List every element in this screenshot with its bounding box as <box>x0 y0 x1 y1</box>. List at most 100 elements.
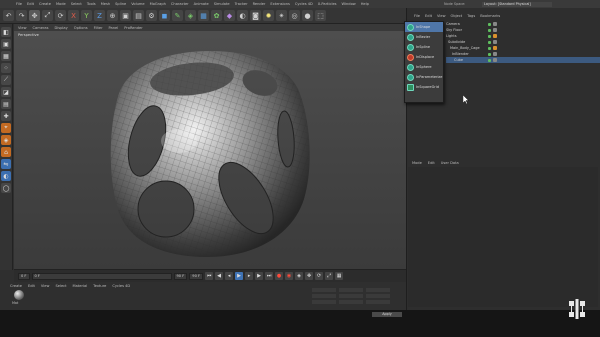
visible-check-icon[interactable] <box>488 52 491 56</box>
menu-animate[interactable]: Animate <box>194 2 209 6</box>
xparticles-icon[interactable]: ✴ <box>276 10 287 21</box>
menu-help[interactable]: Help <box>361 2 369 6</box>
dropdown-item-inparameterize[interactable]: InParameterize <box>405 72 443 82</box>
y-axis-icon[interactable]: Y <box>81 10 92 21</box>
material-icon[interactable]: ● <box>302 10 313 21</box>
environment-icon[interactable]: ◐ <box>237 10 248 21</box>
menu-render[interactable]: Render <box>253 2 266 6</box>
menu-create[interactable]: Create <box>39 2 51 6</box>
dropdown-item-indisplace[interactable]: InDisplace <box>405 52 443 62</box>
locked-workplane-icon[interactable]: ⌂ <box>1 147 11 157</box>
axis-mode-icon[interactable]: ✚ <box>1 111 11 121</box>
next-key-icon[interactable]: ▶ <box>255 272 264 280</box>
object-row[interactable]: Cube <box>446 57 600 63</box>
menu-cycles4d[interactable]: Cycles 4D <box>295 2 313 6</box>
rotation-h-field[interactable] <box>366 288 390 292</box>
tag-icon[interactable] <box>493 46 497 50</box>
edges-mode-icon[interactable]: ⟋ <box>1 75 11 85</box>
perspective-viewport[interactable]: Perspective <box>14 31 406 269</box>
z-axis-icon[interactable]: Z <box>94 10 105 21</box>
make-editable-icon[interactable]: ◧ <box>1 27 11 37</box>
menu-file[interactable]: File <box>16 2 22 6</box>
om-menu-object[interactable]: Object <box>451 14 463 18</box>
play-icon[interactable]: ▶ <box>235 272 244 280</box>
rotation-b-field[interactable] <box>366 300 390 304</box>
size-y-field[interactable] <box>339 294 363 298</box>
keyframe-selection-icon[interactable]: ◈ <box>295 272 304 280</box>
tag-icon[interactable] <box>493 22 497 26</box>
position-z-field[interactable] <box>312 300 336 304</box>
menu-simulate[interactable]: Simulate <box>214 2 230 6</box>
move-icon[interactable]: ✥ <box>29 10 40 21</box>
menu-edit[interactable]: Edit <box>27 2 34 6</box>
render-view-icon[interactable]: ▣ <box>120 10 131 21</box>
visible-check-icon[interactable] <box>488 28 491 32</box>
start-frame-field[interactable]: 0 F <box>31 272 172 280</box>
redo-icon[interactable]: ↷ <box>16 10 27 21</box>
viewport-menu-display[interactable]: Display <box>55 26 68 30</box>
previous-key-icon[interactable]: ◀ <box>215 272 224 280</box>
material-menu-material[interactable]: Material <box>73 284 88 288</box>
material-menu-view[interactable]: View <box>41 284 50 288</box>
menu-mograph[interactable]: MoGraph <box>150 2 166 6</box>
tag-icon[interactable] <box>493 40 497 44</box>
model-mode-icon[interactable]: ▣ <box>1 39 11 49</box>
dropdown-item-insphere[interactable]: InSphere <box>405 62 443 72</box>
tag-icon[interactable] <box>493 28 497 32</box>
menu-extensions[interactable]: Extensions <box>270 2 290 6</box>
symmetry-icon[interactable]: ⇋ <box>1 159 11 169</box>
cube-icon[interactable]: ◼ <box>159 10 170 21</box>
render-picture-viewer-icon[interactable]: ▤ <box>133 10 144 21</box>
visible-check-icon[interactable] <box>488 58 491 62</box>
visible-check-icon[interactable] <box>488 40 491 44</box>
menu-tools[interactable]: Tools <box>87 2 96 6</box>
viewport-menu-panel[interactable]: Panel <box>109 26 119 30</box>
mograph-cloner-icon[interactable]: ✿ <box>211 10 222 21</box>
solo-icon[interactable]: ◯ <box>1 183 11 193</box>
visible-check-icon[interactable] <box>488 46 491 50</box>
workplane-icon[interactable]: ◈ <box>1 135 11 145</box>
tag-icon[interactable] <box>493 58 497 62</box>
viewport-menu-prorender[interactable]: ProRender <box>124 26 143 30</box>
visible-check-icon[interactable] <box>488 22 491 26</box>
menu-character[interactable]: Character <box>171 2 189 6</box>
viewport-menu-options[interactable]: Options <box>74 26 88 30</box>
max-frame-field[interactable]: 90 F <box>189 272 204 280</box>
deformer-icon[interactable]: ◆ <box>224 10 235 21</box>
x-axis-icon[interactable]: X <box>68 10 79 21</box>
rotate-icon[interactable]: ⟳ <box>55 10 66 21</box>
om-menu-tags[interactable]: Tags <box>467 14 475 18</box>
sculpted-cube-mesh[interactable] <box>14 31 406 269</box>
position-y-field[interactable] <box>312 294 336 298</box>
attr-menu-mode[interactable]: Mode <box>412 161 422 165</box>
om-menu-bookmarks[interactable]: Bookmarks <box>480 14 500 18</box>
rotation-p-field[interactable] <box>366 294 390 298</box>
position-x-field[interactable] <box>312 288 336 292</box>
go-to-end-icon[interactable]: ⏭ <box>265 272 274 280</box>
tag-icon[interactable] <box>493 34 497 38</box>
rotation-key-icon[interactable]: ⟳ <box>315 272 324 280</box>
menu-volume[interactable]: Volume <box>131 2 144 6</box>
texture-mode-icon[interactable]: ▦ <box>1 51 11 61</box>
menu-select[interactable]: Select <box>71 2 82 6</box>
menu-tracker[interactable]: Tracker <box>235 2 248 6</box>
end-frame-field[interactable]: 90 F <box>173 272 188 280</box>
material-swatch[interactable] <box>14 290 24 300</box>
material-menu-select[interactable]: Select <box>55 284 66 288</box>
material-menu-create[interactable]: Create <box>10 284 22 288</box>
array-icon[interactable]: ▦ <box>198 10 209 21</box>
material-menu-texture[interactable]: Texture <box>93 284 106 288</box>
render-settings-icon[interactable]: ⚙ <box>146 10 157 21</box>
material-menu-cycles4d[interactable]: Cycles 4D <box>112 284 130 288</box>
menu-xparticles[interactable]: X-Particles <box>318 2 337 6</box>
menu-window[interactable]: Window <box>342 2 356 6</box>
undo-icon[interactable]: ↶ <box>3 10 14 21</box>
tag-icon[interactable] <box>493 52 497 56</box>
viewport-menu-filter[interactable]: Filter <box>94 26 103 30</box>
scale-key-icon[interactable]: ⤢ <box>325 272 334 280</box>
layout-select[interactable]: Layout: [Standard Physical] <box>482 2 552 7</box>
sculpt-icon[interactable]: ◐ <box>1 171 11 181</box>
size-z-field[interactable] <box>339 300 363 304</box>
menu-spline[interactable]: Spline <box>115 2 126 6</box>
light-icon[interactable]: ✹ <box>263 10 274 21</box>
